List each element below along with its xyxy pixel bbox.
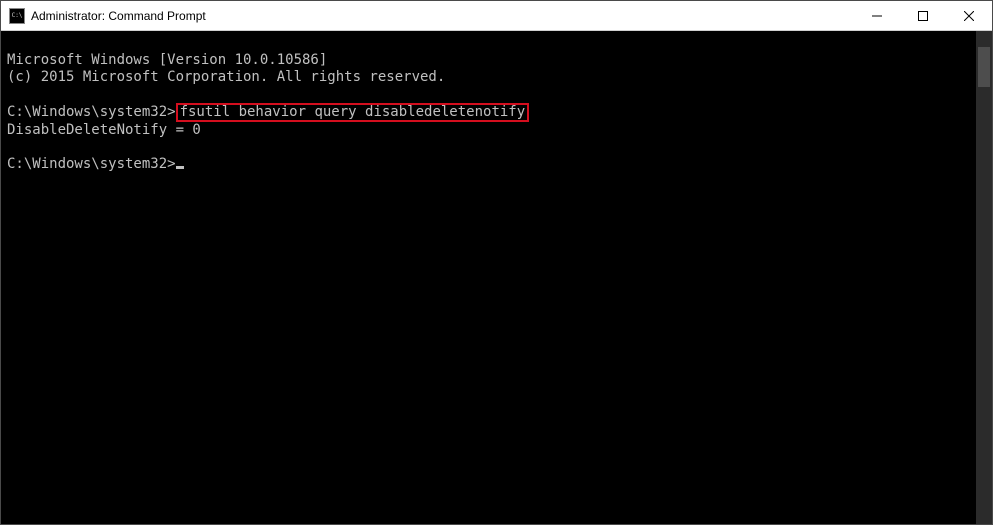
maximize-button[interactable] xyxy=(900,1,946,30)
text-cursor xyxy=(176,166,184,169)
titlebar[interactable]: C:\ Administrator: Command Prompt xyxy=(1,1,992,31)
version-line: Microsoft Windows [Version 10.0.10586] xyxy=(7,52,327,68)
minimize-icon xyxy=(872,11,882,21)
minimize-button[interactable] xyxy=(854,1,900,30)
vertical-scrollbar[interactable] xyxy=(976,31,992,524)
scrollbar-thumb[interactable] xyxy=(978,47,990,87)
console-text: Microsoft Windows [Version 10.0.10586] (… xyxy=(1,31,976,524)
app-icon: C:\ xyxy=(9,8,25,24)
window-controls xyxy=(854,1,992,30)
prompt-prefix: C:\Windows\system32> xyxy=(7,104,176,120)
command-output: DisableDeleteNotify = 0 xyxy=(7,122,201,138)
app-icon-text: C:\ xyxy=(12,13,23,19)
maximize-icon xyxy=(918,11,928,21)
close-button[interactable] xyxy=(946,1,992,30)
command-prompt-window: C:\ Administrator: Command Prompt Micros… xyxy=(0,0,993,525)
close-icon xyxy=(964,11,974,21)
copyright-line: (c) 2015 Microsoft Corporation. All righ… xyxy=(7,69,445,85)
prompt-prefix: C:\Windows\system32> xyxy=(7,156,176,172)
highlighted-command: fsutil behavior query disabledeletenotif… xyxy=(176,103,530,122)
console-area[interactable]: Microsoft Windows [Version 10.0.10586] (… xyxy=(1,31,992,524)
window-title: Administrator: Command Prompt xyxy=(31,9,854,23)
